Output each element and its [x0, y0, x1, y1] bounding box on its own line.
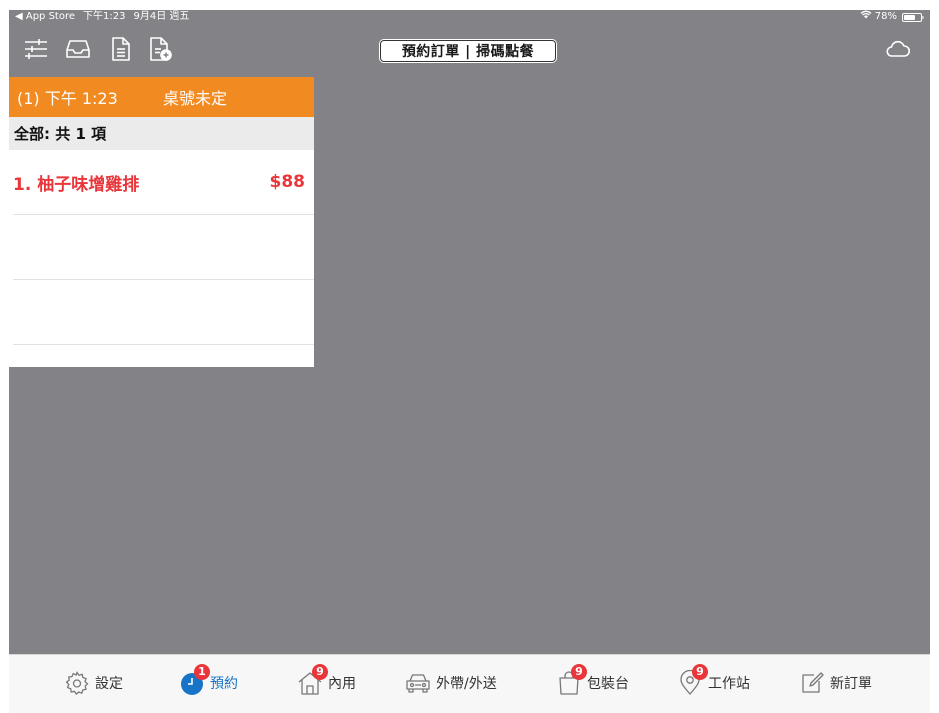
- sliders-icon[interactable]: [23, 36, 49, 62]
- order-item-name: 1. 柚子味增雞排: [13, 174, 140, 195]
- battery-fill: [904, 14, 915, 20]
- order-header[interactable]: (1) 下午 1:23 桌號未定: [9, 77, 314, 117]
- order-card[interactable]: (1) 下午 1:23 桌號未定 全部: 共 1 項 1. 柚子味增雞排 $88: [9, 77, 314, 367]
- app-screen: ◀ App Store 下午1:23 9月4日 週五 78% 預約訂單 | 掃碼…: [9, 10, 930, 713]
- badge-count: 1: [194, 664, 210, 680]
- tab-label: 內用: [328, 676, 356, 692]
- status-time: 下午1:23: [83, 11, 126, 22]
- bottom-tab-bar: 設定 1 預約 9 內用 外帶/外送 9 包裝台 9 工作站 新訂單: [9, 654, 930, 713]
- tab-reservation[interactable]: 1 預約: [178, 663, 238, 703]
- back-to-app-store-link[interactable]: ◀ App Store: [15, 10, 75, 24]
- battery-percent: 78%: [874, 11, 897, 22]
- tab-label: 包裝台: [587, 676, 629, 692]
- tab-label: 預約: [210, 676, 238, 692]
- tab-label: 外帶/外送: [436, 676, 497, 692]
- tab-workstation[interactable]: 9 工作站: [676, 663, 750, 703]
- tab-packing[interactable]: 9 包裝台: [555, 663, 629, 703]
- order-time: (1) 下午 1:23: [17, 89, 118, 108]
- status-bar: ◀ App Store 下午1:23 9月4日 週五 78%: [9, 10, 930, 24]
- order-item-price: $88: [269, 172, 306, 192]
- badge-count: 9: [692, 664, 708, 680]
- compose-icon: [798, 669, 826, 697]
- badge-count: 9: [312, 664, 328, 680]
- order-table-number: 桌號未定: [163, 89, 228, 108]
- document-icon[interactable]: [108, 36, 134, 62]
- house-icon: 9: [296, 664, 328, 697]
- gear-icon: [63, 669, 91, 697]
- tab-label: 設定: [95, 676, 123, 692]
- location-pin-icon: 9: [676, 664, 708, 697]
- tab-settings[interactable]: 設定: [63, 663, 123, 703]
- order-summary: 全部: 共 1 項: [9, 117, 314, 150]
- car-icon: [404, 669, 432, 697]
- cloud-icon[interactable]: [885, 36, 911, 62]
- tab-dine-in[interactable]: 9 內用: [296, 663, 356, 703]
- battery-icon: [902, 12, 924, 22]
- clock-icon: 1: [178, 664, 210, 697]
- document-add-icon[interactable]: [148, 36, 174, 62]
- tab-label: 新訂單: [830, 676, 872, 692]
- order-item[interactable]: 1. 柚子味增雞排 $88: [13, 150, 314, 215]
- wifi-icon: [860, 10, 872, 24]
- empty-order-row: [13, 215, 314, 280]
- status-date: 9月4日 週五: [133, 11, 190, 22]
- tab-label: 工作站: [708, 676, 750, 692]
- tray-icon[interactable]: [65, 36, 91, 62]
- top-toolbar: 預約訂單 | 掃碼點餐: [9, 24, 930, 76]
- bag-icon: 9: [555, 664, 587, 697]
- badge-count: 9: [571, 664, 587, 680]
- tab-takeout[interactable]: 外帶/外送: [404, 663, 497, 703]
- page-title[interactable]: 預約訂單 | 掃碼點餐: [380, 40, 556, 62]
- tab-new-order[interactable]: 新訂單: [798, 663, 872, 703]
- empty-order-row: [13, 280, 314, 345]
